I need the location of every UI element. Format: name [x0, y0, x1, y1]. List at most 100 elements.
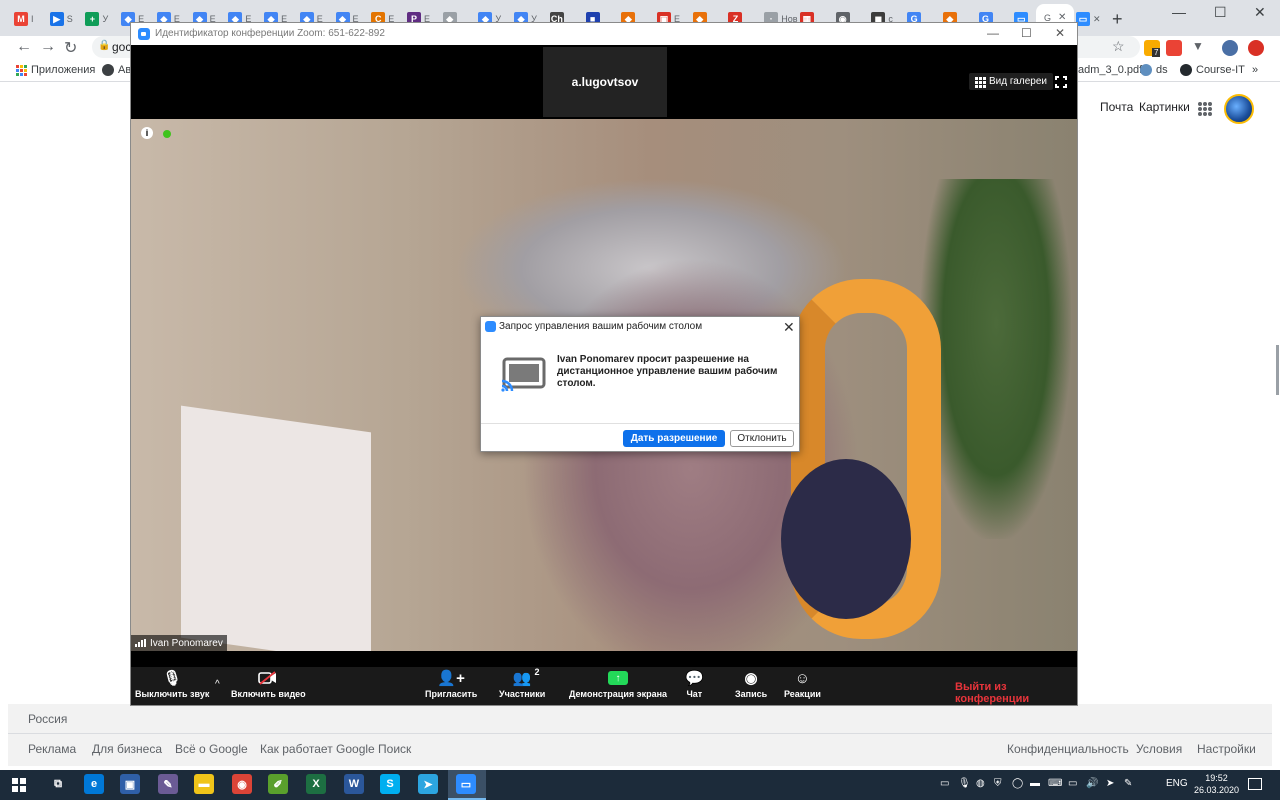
close-icon[interactable]: ✕ — [1254, 4, 1266, 21]
grant-permission-button[interactable]: Дать разрешение — [623, 430, 725, 447]
edge-icon[interactable]: e — [84, 774, 104, 794]
dialog-close-icon[interactable]: ✕ — [783, 319, 795, 336]
zoom-close-icon[interactable]: ✕ — [1055, 26, 1065, 40]
bookmark-apps[interactable]: Приложения — [16, 64, 95, 76]
decline-button[interactable]: Отклонить — [730, 430, 794, 447]
paint-icon[interactable]: ✎ — [158, 774, 178, 794]
vpn-icon[interactable]: ▼ — [1192, 39, 1204, 53]
lock-icon: 🔒 — [98, 40, 111, 51]
explorer-icon[interactable]: ▬ — [194, 774, 214, 794]
pen-tray-icon[interactable]: ✎ — [1124, 778, 1132, 789]
shield-tray-icon[interactable]: ⛨ — [994, 778, 1002, 789]
footer-link-settings[interactable]: Настройки — [1197, 742, 1256, 756]
browser-tab[interactable]: MI — [14, 8, 34, 30]
url-text[interactable]: goc — [112, 40, 131, 54]
zoom-title-bar: Идентификатор конференции Zoom: 651-622-… — [131, 23, 1077, 45]
participants-label: Участники — [499, 689, 546, 699]
share-screen-label: Демонстрация экрана — [569, 689, 668, 699]
google-apps-icon[interactable] — [1198, 102, 1212, 116]
microphone-icon: 🎙 — [162, 670, 182, 687]
scrollbar-thumb[interactable] — [1276, 345, 1279, 395]
bookmarks-overflow-icon[interactable]: » — [1252, 64, 1258, 76]
zoom-icon: ▭ — [1076, 12, 1090, 26]
record-button[interactable]: ◉ Запись — [735, 667, 767, 699]
footer-link-ads[interactable]: Реклама — [28, 742, 76, 756]
volume-tray-icon[interactable]: 🔊 — [1086, 778, 1098, 789]
remote-icon[interactable]: ▣ — [120, 774, 140, 794]
record-icon: ◉ — [744, 670, 758, 687]
footer-link-about[interactable]: Всё о Google — [175, 742, 248, 756]
minimize-icon[interactable]: — — [1172, 4, 1186, 20]
account-avatar[interactable] — [1224, 94, 1254, 124]
bookmark-star-icon[interactable]: ☆ — [1112, 38, 1125, 55]
word-icon[interactable]: W — [344, 774, 364, 794]
network-tray-icon[interactable]: ▭ — [1068, 778, 1077, 789]
microphone-tray-icon[interactable]: 🎙 — [958, 778, 971, 789]
telegram-icon[interactable]: ➤ — [418, 774, 438, 794]
fullscreen-icon[interactable] — [1054, 75, 1068, 89]
footer-link-terms[interactable]: Условия — [1136, 742, 1182, 756]
opera-tray-icon[interactable]: ◯ — [1012, 778, 1023, 789]
mute-button[interactable]: 🎙 Выключить звук — [135, 667, 209, 699]
tab-zoom[interactable]: ▭ ✕ — [1076, 8, 1101, 30]
meeting-info-icon[interactable]: i — [141, 127, 153, 139]
keyboard-tray-icon[interactable]: ⌨ — [1048, 778, 1062, 789]
browser-tab[interactable]: ▶ S — [49, 8, 73, 30]
telegram-tray-icon[interactable]: ➤ — [1106, 778, 1114, 789]
gallery-view-button[interactable]: Вид галереи — [969, 73, 1053, 90]
reactions-button[interactable]: ☺ Реакции — [784, 667, 821, 700]
excel-icon[interactable]: X — [306, 774, 326, 794]
bookmark-pdf[interactable]: adm_3_0.pdf — [1078, 64, 1142, 76]
back-icon[interactable]: ← — [16, 38, 32, 56]
chat-button[interactable]: 💬 Чат — [685, 667, 704, 699]
signal-bars-icon — [135, 639, 146, 647]
zoom-icon[interactable]: ▭ — [456, 774, 476, 794]
footer-link-privacy[interactable]: Конфиденциальность — [1007, 742, 1129, 756]
participant-strip: a.lugovtsov Вид галереи — [131, 45, 1077, 119]
tab-close-icon[interactable]: ✕ — [1093, 14, 1101, 25]
gmail-link[interactable]: Почта — [1100, 100, 1133, 114]
reload-icon[interactable]: ↻ — [64, 38, 77, 58]
bookmark-label: Course-IT — [1196, 64, 1245, 76]
windows-start-icon[interactable] — [12, 778, 26, 792]
forward-icon[interactable]: → — [40, 38, 56, 56]
encryption-shield-icon[interactable] — [163, 130, 171, 138]
browser-tab[interactable]: + У — [85, 8, 108, 30]
bookmark-item[interactable]: Ав — [102, 64, 131, 76]
notification-center-icon[interactable] — [1248, 778, 1262, 790]
input-language[interactable]: ENG — [1166, 778, 1188, 789]
maximize-icon[interactable]: ☐ — [1214, 4, 1227, 21]
profile-avatar-icon[interactable] — [1222, 40, 1238, 56]
adblock-icon[interactable] — [1248, 40, 1264, 56]
leave-meeting-button[interactable]: Выйти из конференции — [955, 681, 1077, 705]
participant-thumbnail[interactable]: a.lugovtsov — [543, 47, 667, 117]
gmail-icon: M — [14, 12, 28, 26]
skype-icon[interactable]: S — [380, 774, 400, 794]
zoom-logo-icon — [138, 28, 150, 40]
system-clock[interactable]: 19:52 26.03.2020 — [1194, 773, 1239, 796]
zoom-maximize-icon[interactable]: ☐ — [1021, 26, 1032, 40]
globe-icon — [102, 64, 114, 76]
invite-button[interactable]: 👤+ Пригласить — [425, 667, 477, 699]
zoom-tray-icon[interactable]: ▭ — [940, 778, 949, 789]
headphone-earcup — [781, 459, 911, 619]
share-screen-button[interactable]: ↑ Демонстрация экрана — [569, 667, 667, 699]
chrome-icon[interactable]: ◉ — [232, 774, 252, 794]
ccleaner-tray-icon[interactable]: ◍ — [976, 778, 985, 789]
bookmark-ds[interactable]: ds — [1140, 64, 1168, 76]
bookmark-course-it[interactable]: Course-IT — [1180, 64, 1245, 76]
dialog-title: Запрос управления вашим рабочим столом — [499, 321, 703, 332]
audio-options-chevron-icon[interactable]: ^ — [215, 679, 220, 690]
extension-icon[interactable] — [1166, 40, 1182, 56]
zoom-minimize-icon[interactable]: — — [987, 26, 999, 40]
start-video-button[interactable]: Включить видео — [231, 667, 306, 699]
notepad-icon[interactable]: ✐ — [268, 774, 288, 794]
folder-tray-icon[interactable]: ▬ — [1030, 778, 1040, 789]
footer-link-business[interactable]: Для бизнеса — [92, 742, 162, 756]
task-view-icon[interactable]: ⧉ — [48, 774, 68, 794]
footer-link-how-search[interactable]: Как работает Google Поиск — [260, 742, 411, 756]
images-link[interactable]: Картинки — [1139, 100, 1190, 114]
participants-button[interactable]: 👥 2 Участники — [499, 667, 545, 699]
new-tab-button[interactable]: + — [1112, 9, 1123, 30]
remote-screen-icon — [501, 357, 546, 392]
